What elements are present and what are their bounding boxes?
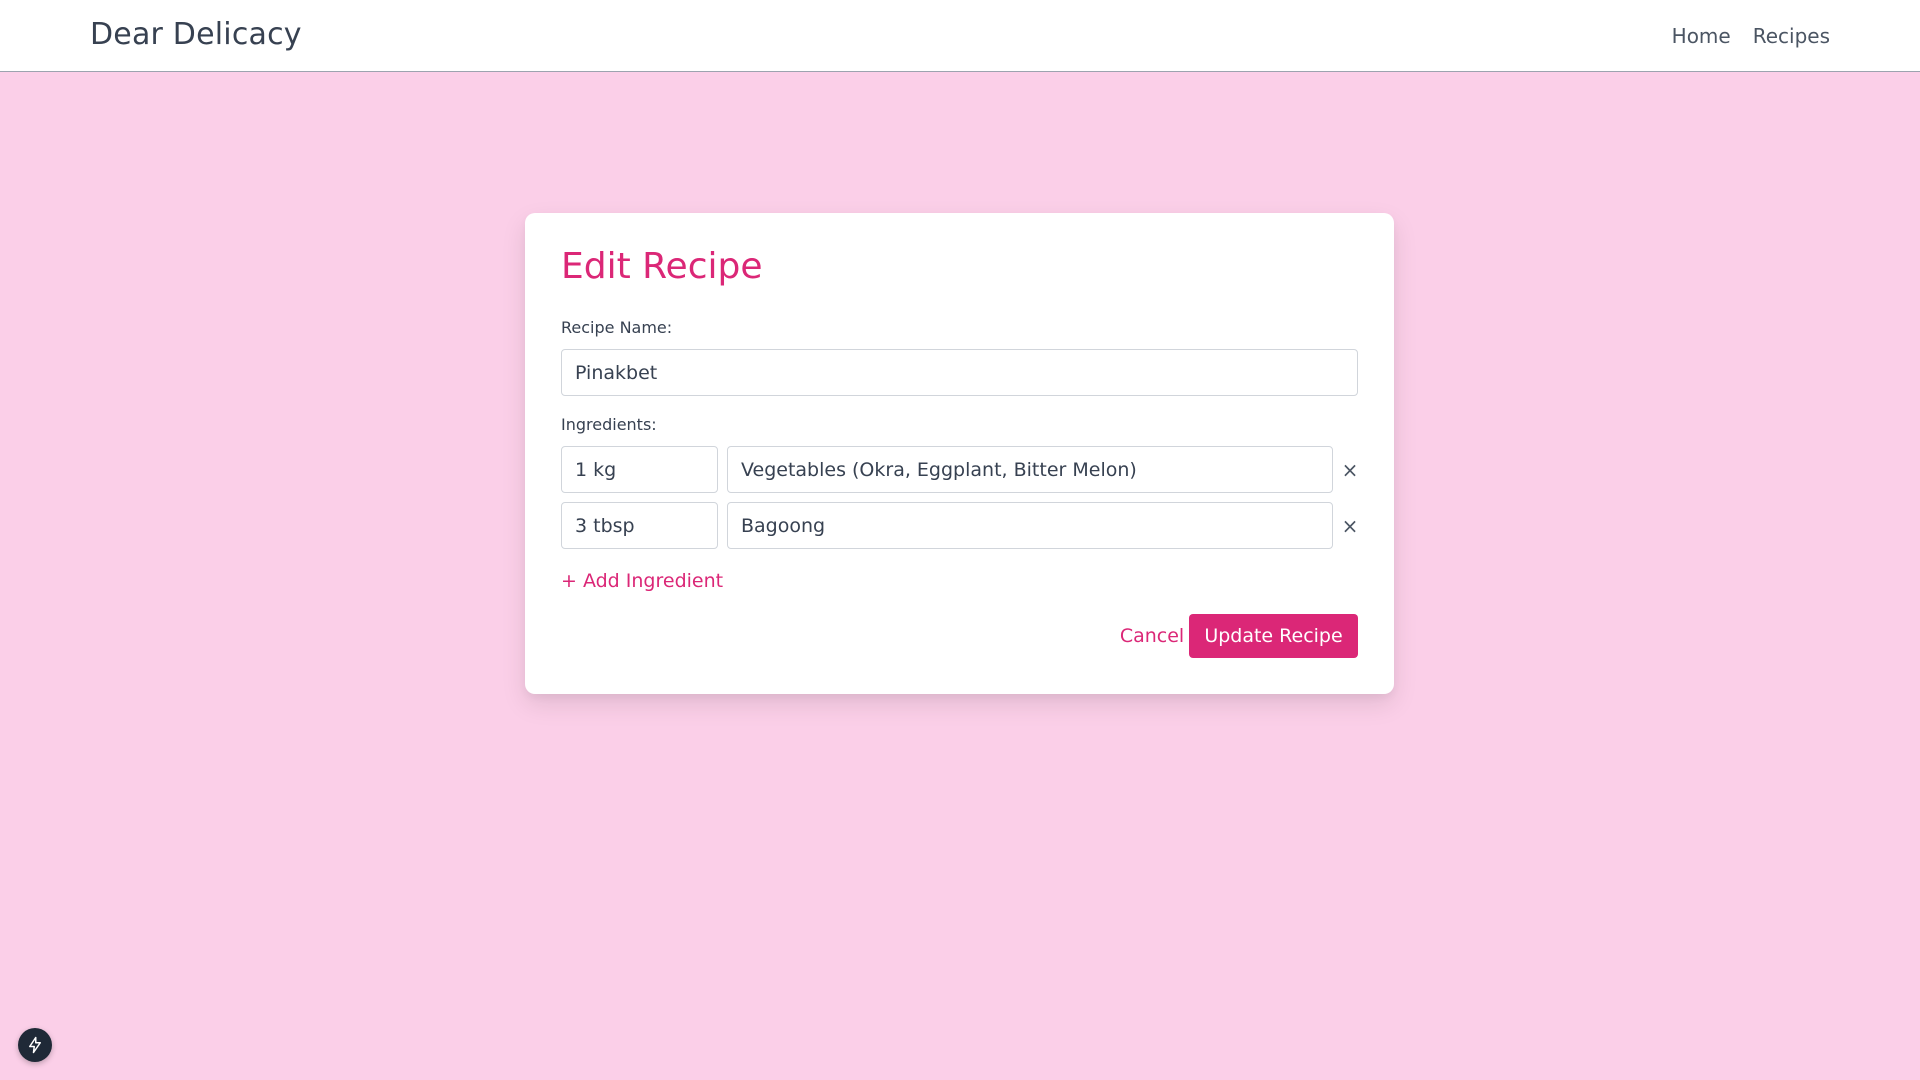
update-recipe-button[interactable]: Update Recipe [1189,614,1358,658]
ingredient-quantity-input[interactable] [561,446,718,493]
dev-tools-badge[interactable] [18,1028,52,1062]
add-ingredient-button[interactable]: + Add Ingredient [561,570,723,592]
remove-ingredient-icon[interactable]: × [1339,515,1361,537]
ingredient-name-input[interactable] [727,502,1333,549]
top-navbar: Dear Delicacy Home Recipes [0,0,1920,72]
recipe-name-input[interactable] [561,349,1358,396]
edit-recipe-card: Edit Recipe Recipe Name: Ingredients: × … [525,213,1394,694]
ingredient-name-input[interactable] [727,446,1333,493]
ingredient-quantity-input[interactable] [561,502,718,549]
nav-home-link[interactable]: Home [1672,24,1731,48]
page-title: Edit Recipe [561,246,763,287]
lightning-icon [29,1036,41,1054]
brand-title[interactable]: Dear Delicacy [90,17,302,52]
nav-links: Home Recipes [1672,24,1830,48]
recipe-name-label: Recipe Name: [561,318,673,337]
ingredients-label: Ingredients: [561,415,657,434]
remove-ingredient-icon[interactable]: × [1339,459,1361,481]
nav-recipes-link[interactable]: Recipes [1753,24,1830,48]
